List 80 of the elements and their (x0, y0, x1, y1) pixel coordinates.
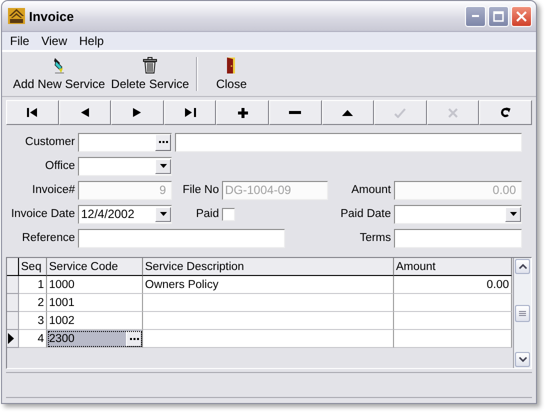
next-record-button[interactable] (111, 100, 164, 125)
field-label: Amount (350, 184, 391, 196)
add-service-button[interactable]: Add New Service (10, 57, 108, 91)
first-record-button[interactable] (6, 100, 59, 125)
marker-pen-icon (53, 57, 66, 74)
edit-record-button[interactable] (322, 100, 374, 125)
checkmark-icon (394, 108, 406, 118)
field-label: Reference (20, 232, 75, 244)
column-header[interactable]: Service Description (143, 258, 394, 276)
menu-item[interactable]: Help (73, 34, 110, 48)
browse-button[interactable] (155, 134, 171, 150)
delete-record-button[interactable] (268, 100, 322, 125)
prior-record-button[interactable] (58, 100, 112, 125)
door-icon (226, 57, 236, 74)
trash-can-icon (143, 57, 158, 74)
minus-icon (289, 111, 302, 114)
minimize-button[interactable] (465, 6, 486, 26)
refresh-record-button[interactable] (479, 100, 532, 125)
row-indicator[interactable] (7, 330, 19, 348)
customer-name-field[interactable] (175, 132, 522, 152)
table-cell: Owners Policy (145, 278, 218, 290)
reference-field[interactable] (78, 228, 285, 248)
paid-checkbox[interactable] (222, 208, 235, 220)
scroll-thumb[interactable] (515, 304, 530, 322)
browse-button[interactable] (126, 330, 142, 346)
menu-item[interactable]: View (35, 34, 74, 48)
grip-icon (519, 310, 526, 316)
column-header[interactable]: Service Code (47, 258, 143, 276)
cross-icon (448, 108, 458, 118)
chevron-down-icon (518, 357, 526, 362)
table-cell: 1001 (49, 296, 75, 308)
vertical-scrollbar[interactable] (514, 258, 531, 368)
last-record-icon (184, 108, 196, 117)
field-label: Invoice# (31, 184, 75, 196)
left-triangle-icon (80, 108, 89, 117)
plus-icon (238, 108, 248, 118)
terms-field[interactable] (394, 228, 522, 248)
field-label: Office (44, 160, 75, 172)
close-icon (516, 10, 527, 22)
field-label: Terms (358, 232, 391, 244)
table-cell: 2 (38, 296, 44, 308)
maximize-button[interactable] (488, 6, 509, 26)
table-cell: 0.00 (486, 278, 509, 290)
house-icon (8, 8, 25, 24)
office-dropdown[interactable] (78, 156, 172, 176)
dropdown-arrow-icon (160, 164, 166, 168)
column-header[interactable]: Amount (394, 258, 512, 276)
refresh-icon (500, 107, 512, 118)
paid-date-dropdown[interactable] (394, 204, 522, 224)
scroll-up-button[interactable] (515, 259, 530, 274)
table-cell: 1002 (49, 314, 75, 326)
menu-item[interactable]: File (4, 34, 36, 48)
field-label: Paid Date (339, 208, 391, 220)
insert-record-button[interactable] (216, 100, 269, 125)
column-header[interactable]: Seq (19, 258, 47, 276)
first-record-icon (26, 108, 38, 117)
table-cell: 1000 (49, 278, 75, 290)
field-label: Paid (194, 208, 219, 220)
right-triangle-icon (133, 108, 142, 117)
last-record-button[interactable] (164, 100, 216, 125)
minimize-icon (472, 15, 479, 17)
maximize-icon (493, 10, 504, 22)
service-code-editor[interactable]: 2300 (47, 330, 143, 348)
close-form-button[interactable]: Close (202, 57, 261, 91)
customer-field[interactable] (78, 132, 172, 152)
window-title: Invoice (29, 8, 74, 24)
field-label: Customer (24, 136, 75, 148)
dropdown-arrow-icon (510, 212, 516, 216)
up-triangle-icon (342, 110, 354, 116)
scroll-down-button[interactable] (515, 352, 530, 367)
invoice-date-dropdown[interactable]: 12/4/2002 (78, 204, 172, 224)
field-label: Invoice Date (10, 208, 75, 220)
close-button[interactable] (511, 6, 532, 26)
table-cell: 3 (38, 314, 44, 326)
chevron-up-icon (518, 264, 526, 269)
table-cell: 4 (38, 332, 44, 344)
table-cell: 1 (38, 278, 44, 290)
delete-service-button[interactable]: Delete Service (108, 57, 192, 91)
dropdown-arrow-icon (160, 212, 166, 216)
field-label: File No (182, 184, 219, 196)
